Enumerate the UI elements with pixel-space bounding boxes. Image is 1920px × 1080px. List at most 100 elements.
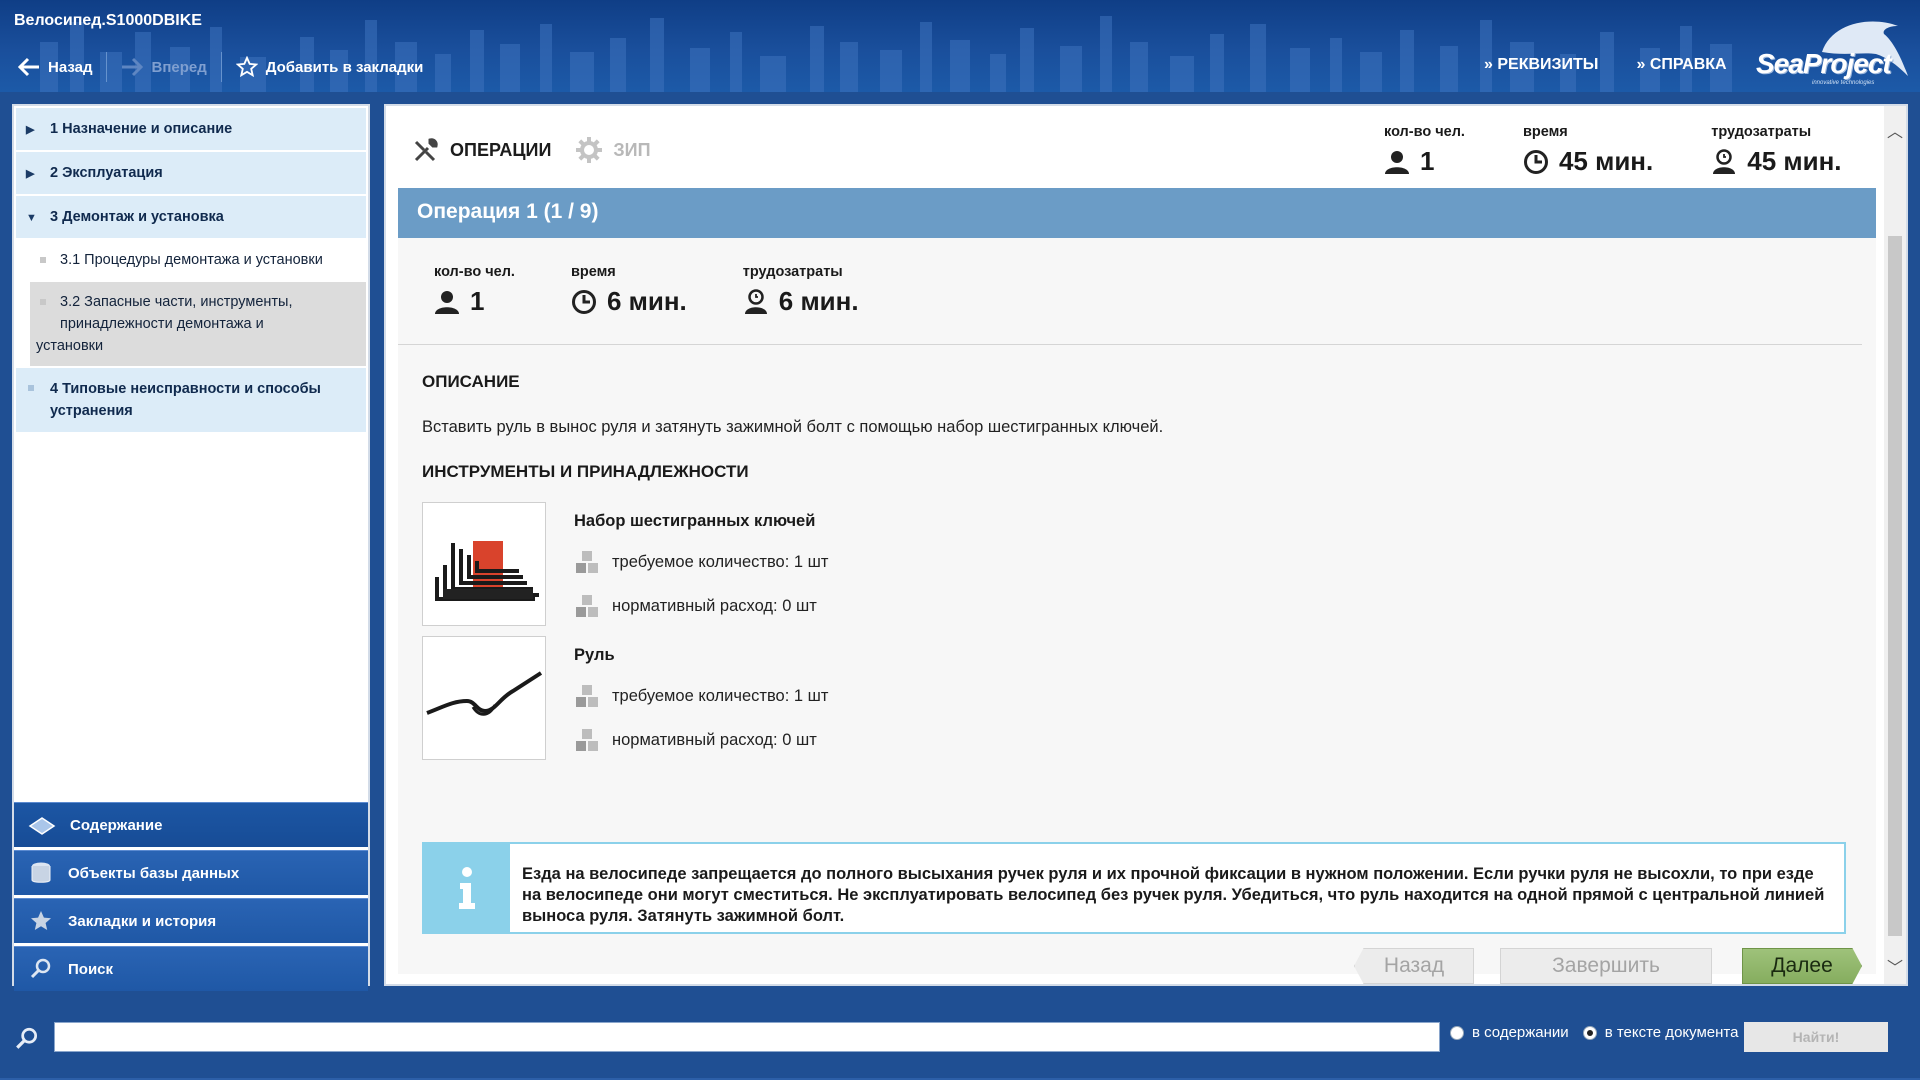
total-people-stat: кол-во чел. 1 [1384, 124, 1465, 177]
wrench-icon [414, 138, 438, 162]
toolbar: Назад Вперед Добавить в закладки [18, 52, 423, 82]
nav-search-button[interactable]: Поиск [14, 946, 368, 991]
triangle-down-icon: ▼ [26, 212, 37, 224]
app-header: Велосипед.S1000DBIKE Назад Вперед Добави… [0, 0, 1920, 92]
info-icon [424, 844, 510, 932]
operation-title: Операция 1 (1 / 9) [398, 188, 1876, 238]
finish-button[interactable]: Завершить [1500, 948, 1712, 984]
stat-value: 45 мин. [1558, 146, 1654, 176]
toc-item-label: 2 Эксплуатация [50, 165, 163, 181]
nav-db-objects-label: Объекты базы данных [68, 864, 240, 882]
description-text: Вставить руль в вынос руля и затянуть за… [422, 418, 1164, 436]
chevron-up-icon[interactable]: ︿ [1887, 118, 1903, 142]
tool-norm-consumption: нормативный расход: 0 шт [612, 596, 817, 615]
tab-operations-label: ОПЕРАЦИИ [450, 139, 552, 160]
arrow-right-icon [122, 57, 144, 77]
next-button[interactable]: Далее [1742, 948, 1862, 984]
clock-icon [571, 289, 596, 314]
divider [398, 344, 1862, 345]
tool-norm-consumption: нормативный расход: 0 шт [612, 730, 817, 749]
tool-item: Набор шестигранных ключей требуемое коли… [422, 502, 1222, 628]
stat-value: 6 мин. [606, 286, 687, 316]
toolbar-separator [106, 52, 108, 82]
radio-in-contents[interactable] [1450, 1025, 1464, 1040]
stat-value: 1 [1420, 146, 1435, 176]
star-icon [235, 56, 258, 78]
help-link[interactable]: » СПРАВКА [1636, 56, 1726, 74]
search-scope-group: в содержании в тексте документа [1450, 1024, 1752, 1041]
search-input[interactable] [54, 1022, 1440, 1052]
logo-text: SeaProject [1756, 48, 1892, 79]
main-panel: ОПЕРАЦИИ ЗИП кол-во чел. 1 время 45 мин.… [384, 104, 1908, 986]
toc-item-3[interactable]: ▼ 3 Демонтаж и установка [16, 196, 366, 238]
toc-item-2[interactable]: ▶ 2 Эксплуатация [16, 152, 366, 194]
tool-required-qty: требуемое количество: 1 шт [612, 552, 829, 571]
stat-value: 6 мин. [778, 286, 859, 316]
op-labor-stat: трудозатраты 6 мин. [743, 264, 859, 317]
square-bullet-icon [40, 257, 46, 263]
details-link[interactable]: » РЕКВИЗИТЫ [1484, 56, 1598, 74]
left-nav-stack: Содержание Объекты базы данных Закладки … [14, 802, 368, 994]
back-button[interactable]: Назад [1354, 948, 1474, 984]
toc-sub-label: 3.1 Процедуры демонтажа и установки [60, 252, 323, 268]
back-nav-button[interactable]: Назад [18, 57, 92, 77]
tool-thumbnail[interactable] [422, 636, 546, 760]
stat-value: 1 [470, 286, 485, 316]
radio-in-text-label: в тексте документа [1604, 1024, 1739, 1041]
description-heading: ОПИСАНИЕ [422, 372, 520, 391]
star-icon [31, 911, 51, 930]
tool-name: Набор шестигранных ключей [574, 512, 816, 530]
warning-info-box: Езда на велосипеде запрещается до полног… [422, 842, 1846, 934]
find-button[interactable]: Найти! [1744, 1022, 1888, 1052]
total-time-stat: время 45 мин. [1523, 124, 1653, 177]
tool-item: Руль требуемое количество: 1 шт норматив… [422, 636, 1222, 762]
person-clock-icon [744, 288, 767, 314]
boxes-icon [576, 551, 598, 573]
nav-search-label: Поиск [68, 960, 114, 978]
book-icon [28, 817, 56, 835]
chevron-down-icon[interactable]: ﹀ [1887, 954, 1903, 978]
operation-body: кол-во чел. 1 время 6 мин. трудозатраты … [398, 238, 1876, 984]
toc-item-1[interactable]: ▶ 1 Назначение и описание [16, 108, 366, 150]
radio-in-contents-label: в содержании [1472, 1024, 1569, 1041]
nav-bookmarks-button[interactable]: Закладки и история [14, 898, 368, 943]
scrollbar-thumb[interactable] [1888, 236, 1902, 936]
nav-contents-button[interactable]: Содержание [14, 802, 368, 847]
arrow-left-icon [18, 57, 39, 77]
person-icon [435, 290, 459, 314]
tab-operations[interactable]: ОПЕРАЦИИ [412, 136, 551, 164]
toc-sub-label-line1: 3.2 Запасные части, инструменты, [60, 294, 293, 310]
content-scrollbar[interactable]: ︿ ﹀ [1884, 106, 1906, 984]
op-time-stat: время 6 мин. [571, 264, 687, 317]
triangle-right-icon: ▶ [26, 124, 35, 136]
forward-nav-label: Вперед [151, 58, 207, 76]
add-bookmark-button[interactable]: Добавить в закладки [235, 56, 424, 78]
search-bar: в содержании в тексте документа Найти! [0, 1004, 1920, 1080]
content-tabs: ОПЕРАЦИИ ЗИП [412, 136, 675, 164]
tools-heading: ИНСТРУМЕНТЫ И ПРИНАДЛЕЖНОСТИ [422, 462, 749, 481]
square-bullet-icon [28, 385, 34, 391]
stat-label: трудозатраты [742, 264, 843, 280]
logo-subtitle: innovative technologies [1812, 80, 1875, 86]
seaproject-logo: SeaProject innovative technologies [1752, 12, 1912, 88]
gear-icon [576, 137, 603, 163]
radio-in-text[interactable] [1582, 1025, 1597, 1040]
stat-label: кол-во чел. [434, 264, 515, 280]
boxes-icon [576, 729, 598, 751]
toc-sub-item-3-2[interactable]: 3.2 Запасные части, инструменты, принадл… [30, 282, 366, 366]
person-icon [1385, 150, 1409, 174]
op-people-stat: кол-во чел. 1 [434, 264, 515, 317]
stat-label: время [570, 264, 616, 280]
add-bookmark-label: Добавить в закладки [265, 58, 424, 76]
tab-zip[interactable]: ЗИП [575, 136, 651, 164]
boxes-icon [576, 595, 598, 617]
forward-nav-button[interactable]: Вперед [121, 57, 207, 77]
tool-thumbnail[interactable] [422, 502, 546, 626]
toc-panel: ▶ 1 Назначение и описание ▶ 2 Эксплуатац… [12, 104, 370, 991]
toc-item-4[interactable]: 4 Типовые неисправности и способы устран… [16, 368, 366, 432]
app-title: Велосипед.S1000DBIKE [14, 12, 202, 29]
toc-sub-item-3-1[interactable]: 3.1 Процедуры демонтажа и установки [30, 240, 366, 280]
nav-db-objects-button[interactable]: Объекты базы данных [14, 850, 368, 895]
total-labor-stat: трудозатраты 45 мин. [1711, 124, 1841, 177]
warning-text: Езда на велосипеде запрещается до полног… [522, 865, 1825, 925]
